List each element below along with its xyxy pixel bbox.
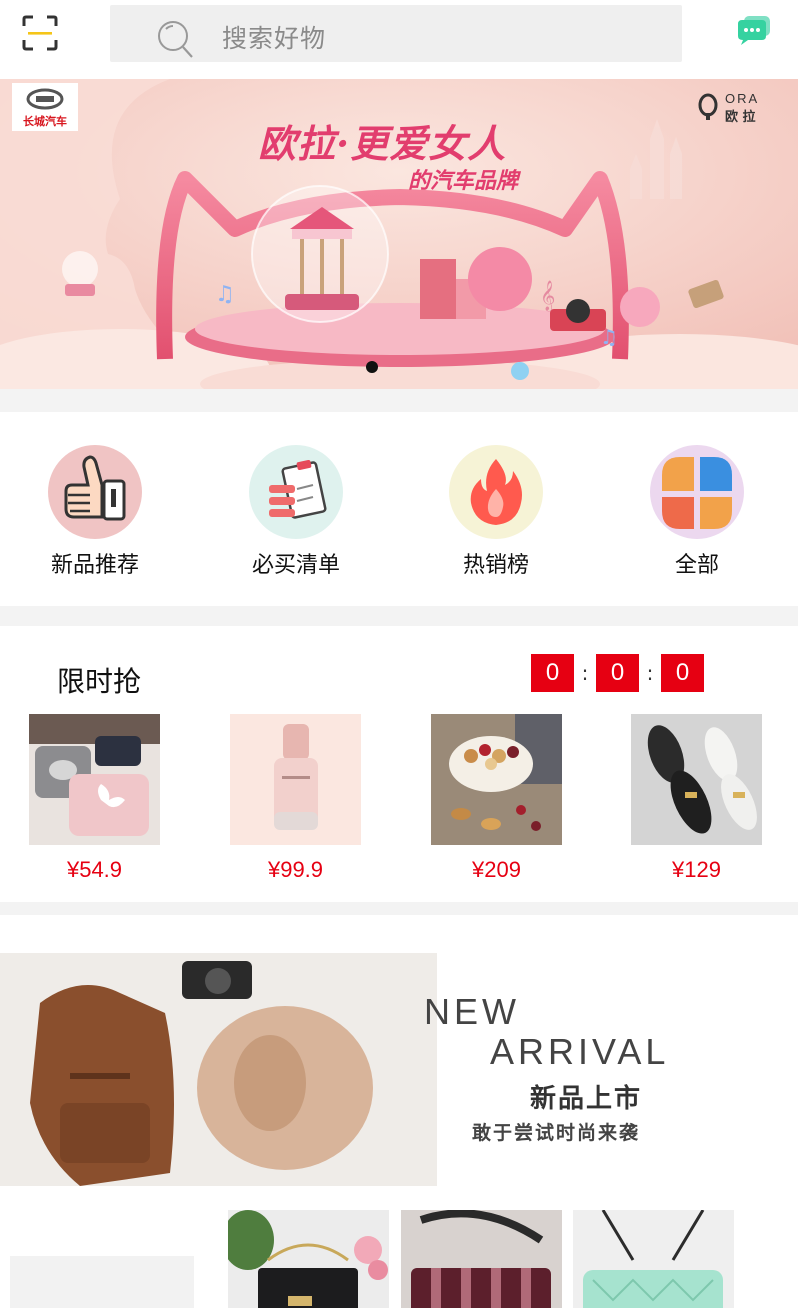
banner-subline: 的汽车品牌 [408, 169, 519, 194]
placeholder-card [10, 1256, 194, 1308]
new-arrival-banner[interactable]: NEW ARRIVAL 新品上市 敢于尝试时尚来袭 [0, 953, 798, 1186]
svg-text:♫: ♫ [215, 282, 235, 307]
svg-text:♫: ♫ [600, 325, 618, 349]
thumbs-up-icon [48, 445, 142, 539]
brand-logo-left: 长城汽车 [12, 83, 78, 131]
new-arrival-photo [0, 953, 437, 1186]
brand-logo-right: ORA 欧 拉 [697, 91, 781, 125]
new-arrival-section: NEW ARRIVAL 新品上市 敢于尝试时尚来袭 [0, 915, 798, 1308]
flash-sale-section: 限时抢 0 : 0 : 0 ¥54.9 ¥99.9 ¥209 ¥129 [0, 626, 798, 902]
promo-banner[interactable]: ♫ ♫ 𝄞 长城汽车 ORA 欧 拉 欧拉·更爱女人 的汽车品牌 [0, 79, 798, 389]
fire-icon [449, 445, 543, 539]
flash-product-card[interactable]: ¥54.9 [29, 714, 160, 883]
category-must-buy[interactable]: 必买清单 [216, 445, 376, 579]
svg-text:𝄞: 𝄞 [540, 280, 555, 312]
countdown-timer: 0 : 0 : 0 [531, 654, 704, 692]
flash-product-card[interactable]: ¥129 [631, 714, 762, 883]
left-logo-text: 长城汽车 [23, 115, 67, 128]
timer-separator: : [581, 661, 589, 685]
timer-seconds: 0 [661, 654, 704, 692]
right-logo-bottom: 欧 拉 [725, 110, 756, 125]
new-arrival-thumb-mint-bag[interactable] [573, 1210, 734, 1308]
category-all[interactable]: 全部 [617, 445, 777, 579]
flash-product-card[interactable]: ¥209 [431, 714, 562, 883]
right-logo-top: ORA [725, 91, 760, 106]
new-arrival-line4: 敢于尝试时尚来袭 [472, 1122, 641, 1144]
carousel-dot[interactable] [366, 361, 378, 373]
product-price: ¥99.9 [267, 857, 324, 882]
search-icon [156, 19, 194, 59]
banner-headline: 欧拉·更爱女人 [258, 121, 507, 166]
scan-icon[interactable] [22, 15, 58, 51]
new-arrival-line3: 新品上市 [530, 1084, 643, 1114]
product-price: ¥209 [472, 857, 521, 882]
product-image-bags [29, 714, 160, 845]
timer-minutes: 0 [596, 654, 639, 692]
product-price: ¥54.9 [66, 857, 123, 882]
flash-sale-title: 限时抢 [57, 665, 142, 698]
chat-icon[interactable] [736, 14, 772, 48]
category-nav: 新品推荐 必买清单 热销榜 全部 [0, 412, 798, 606]
product-image-nuts [431, 714, 562, 845]
ora-logo-icon [698, 93, 718, 120]
new-arrival-thumb-black-bag[interactable] [228, 1210, 389, 1308]
category-label: 热销榜 [462, 553, 529, 578]
new-arrival-line1: NEW [424, 991, 520, 1032]
category-label: 必买清单 [251, 553, 340, 578]
product-image-foundation [230, 714, 361, 845]
grid-petals-icon [650, 445, 744, 539]
product-image-shoes [631, 714, 762, 845]
flash-product-card[interactable]: ¥99.9 [230, 714, 361, 883]
new-arrival-line2: ARRIVAL [490, 1031, 670, 1072]
clipboard-list-icon [249, 445, 343, 539]
search-bar[interactable]: 搜索好物 [110, 5, 682, 62]
category-new-products[interactable]: 新品推荐 [15, 445, 175, 579]
category-label: 全部 [674, 553, 719, 578]
new-arrival-thumb-striped-bag[interactable] [401, 1210, 562, 1308]
product-price: ¥129 [672, 857, 721, 882]
timer-separator: : [646, 661, 654, 685]
category-label: 新品推荐 [50, 553, 139, 578]
top-bar: 搜索好物 [0, 0, 798, 79]
timer-hours: 0 [531, 654, 574, 692]
search-placeholder: 搜索好物 [222, 24, 327, 53]
category-hot-sales[interactable]: 热销榜 [416, 445, 576, 579]
